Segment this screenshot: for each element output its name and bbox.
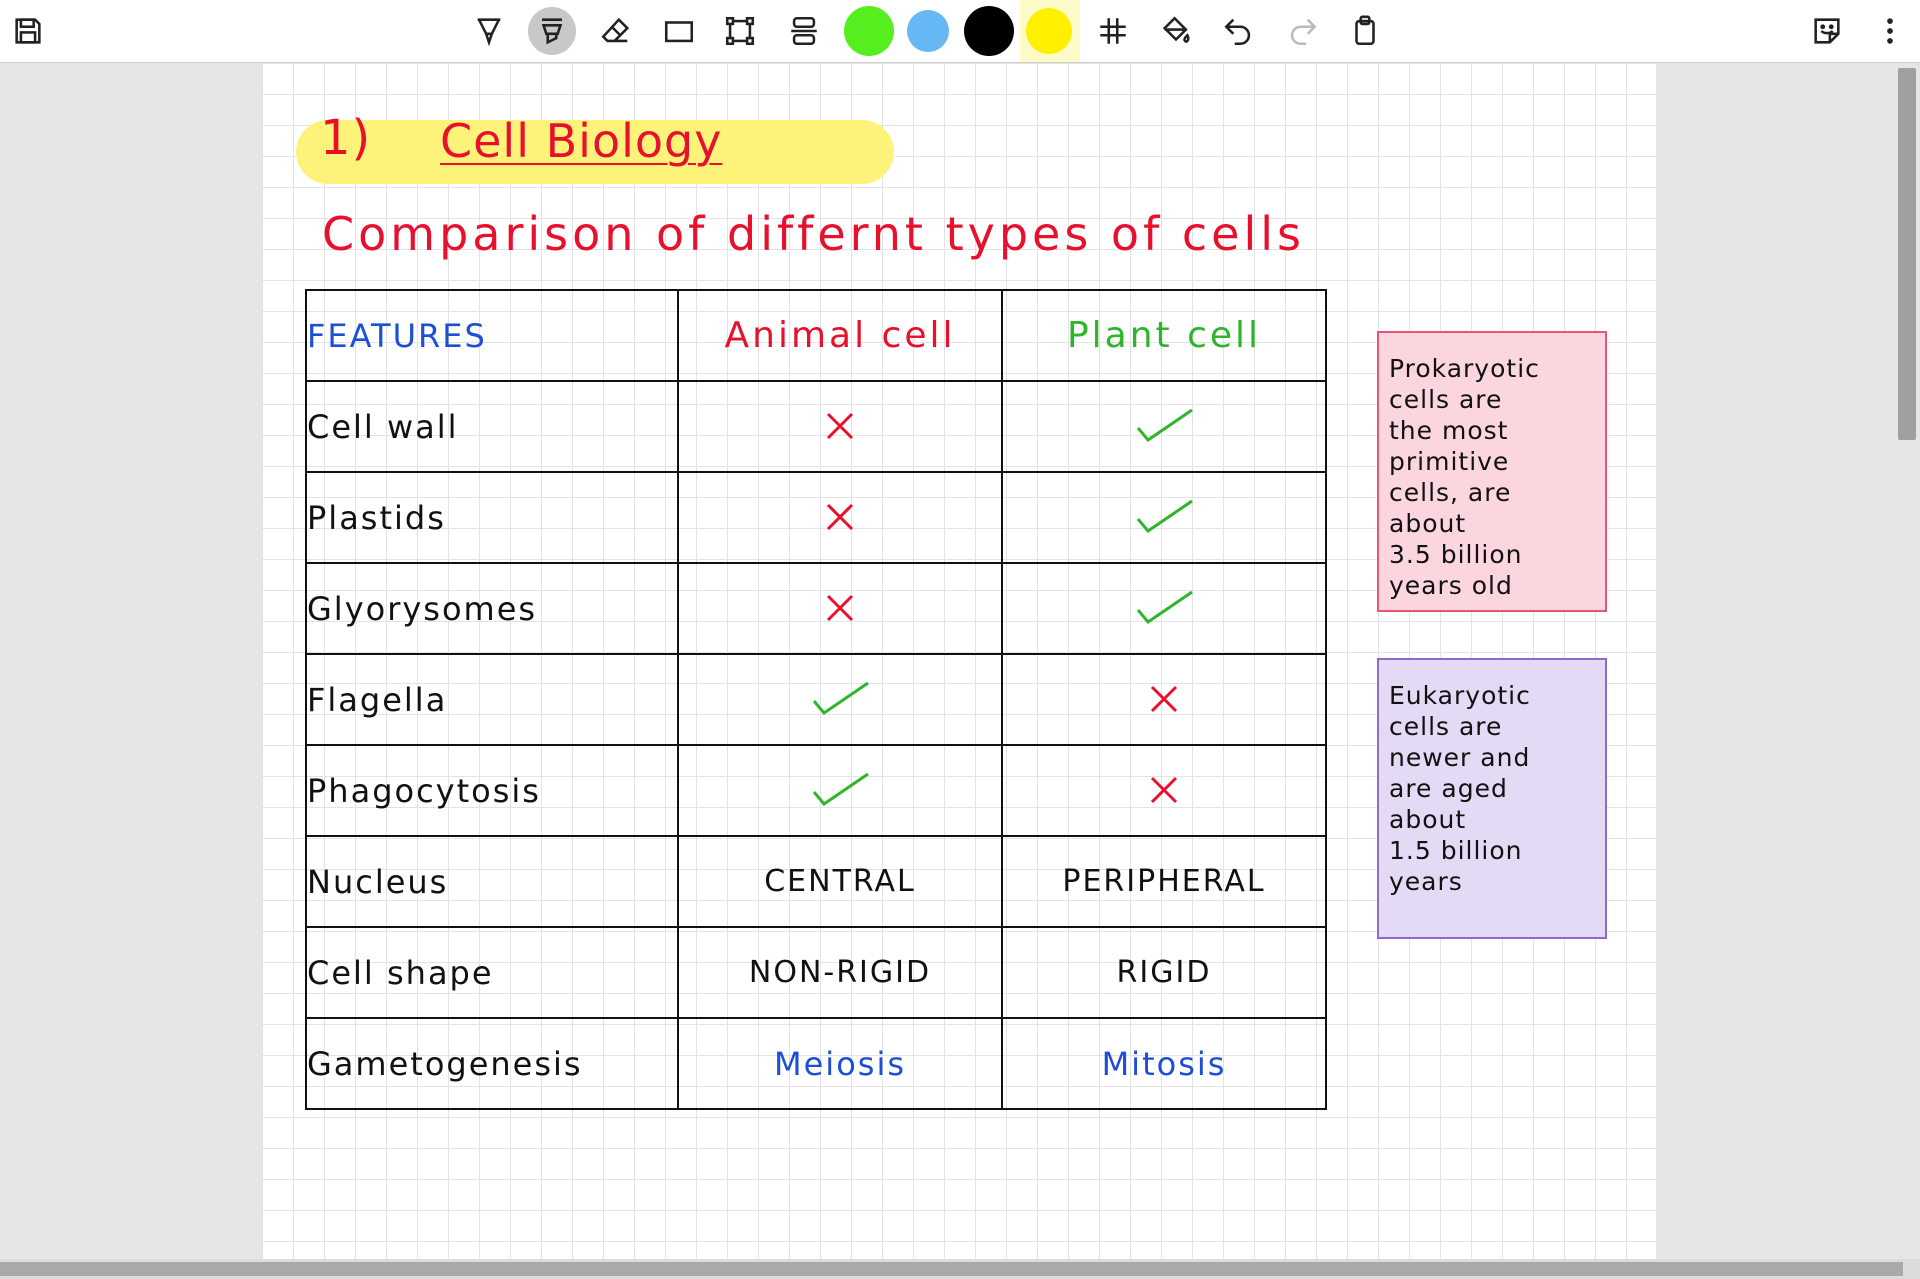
cross-icon <box>677 562 1003 655</box>
feature-label: Cell wall <box>305 380 679 473</box>
shape-icon[interactable] <box>655 7 703 55</box>
feature-label: Cell shape <box>305 926 679 1019</box>
page-title: Cell Biology <box>440 114 723 168</box>
animal-value: Meiosis <box>677 1017 1003 1110</box>
insert-space-icon[interactable] <box>780 7 828 55</box>
grid-icon[interactable] <box>1089 7 1137 55</box>
feature-label: Nucleus <box>305 835 679 928</box>
header-features: FEATURES <box>305 289 679 382</box>
note-line: primitive <box>1389 447 1510 476</box>
note-line: about <box>1389 509 1467 538</box>
check-icon <box>677 653 1003 746</box>
table-row: Gametogenesis Meiosis Mitosis <box>305 1017 1327 1110</box>
sticky-note-icon[interactable] <box>1803 7 1851 55</box>
sticky-note-eukaryotic[interactable]: Eukaryotic cells are newer and are aged … <box>1377 658 1607 939</box>
sticky-note-prokaryotic[interactable]: Prokaryotic cells are the most primitive… <box>1377 331 1607 612</box>
lasso-select-icon[interactable] <box>716 7 764 55</box>
cross-icon <box>677 471 1003 564</box>
check-icon <box>1001 471 1327 564</box>
note-line: cells are <box>1389 385 1503 414</box>
save-icon[interactable] <box>4 7 52 55</box>
redo-icon[interactable] <box>1278 7 1326 55</box>
horizontal-scrollbar[interactable] <box>0 1262 1903 1276</box>
note-line: 3.5 billion <box>1389 540 1523 569</box>
highlighter-icon[interactable] <box>528 7 576 55</box>
table-row: Cell wall <box>305 380 1327 473</box>
more-vert-icon[interactable] <box>1866 7 1914 55</box>
check-icon <box>677 744 1003 837</box>
note-line: the most <box>1389 416 1509 445</box>
check-icon <box>1001 380 1327 473</box>
plant-value: PERIPHERAL <box>1001 835 1327 928</box>
header-animal-cell: Animal cell <box>677 289 1003 382</box>
check-icon <box>1001 562 1327 655</box>
feature-label: Gametogenesis <box>305 1017 679 1110</box>
pen-icon[interactable] <box>465 7 513 55</box>
table-header-row: FEATURES Animal cell Plant cell <box>305 289 1327 382</box>
undo-icon[interactable] <box>1215 7 1263 55</box>
animal-value: NON-RIGID <box>677 926 1003 1019</box>
clipboard-icon[interactable] <box>1341 7 1389 55</box>
plant-value: Mitosis <box>1001 1017 1327 1110</box>
cross-icon <box>1001 744 1327 837</box>
note-line: years <box>1389 867 1463 896</box>
note-line: about <box>1389 805 1467 834</box>
horizontal-scrollbar-track <box>0 1259 1920 1279</box>
subtitle: Comparison of differnt types of cells <box>322 207 1306 261</box>
table-row: Glyorysomes <box>305 562 1327 655</box>
table-row: Flagella <box>305 653 1327 746</box>
animal-value: CENTRAL <box>677 835 1003 928</box>
vertical-scrollbar[interactable] <box>1898 68 1916 440</box>
feature-label: Plastids <box>305 471 679 564</box>
color-swatch-yellow[interactable] <box>1026 8 1072 54</box>
table-row: Cell shape NON-RIGID RIGID <box>305 926 1327 1019</box>
note-line: Prokaryotic <box>1389 354 1540 383</box>
header-plant-cell: Plant cell <box>1001 289 1327 382</box>
plant-value: RIGID <box>1001 926 1327 1019</box>
color-swatch-black[interactable] <box>964 6 1014 56</box>
note-line: cells, are <box>1389 478 1512 507</box>
note-line: cells are <box>1389 712 1503 741</box>
eraser-icon[interactable] <box>592 7 640 55</box>
comparison-table: FEATURES Animal cell Plant cell Cell wal… <box>305 289 1327 1110</box>
color-swatch-green[interactable] <box>844 6 894 56</box>
toolbar <box>0 0 1920 63</box>
note-line: years old <box>1389 571 1513 600</box>
feature-label: Phagocytosis <box>305 744 679 837</box>
feature-label: Flagella <box>305 653 679 746</box>
fill-icon[interactable] <box>1152 7 1200 55</box>
section-number: 1) <box>320 110 372 166</box>
cross-icon <box>1001 653 1327 746</box>
note-line: Eukaryotic <box>1389 681 1531 710</box>
note-line: 1.5 billion <box>1389 836 1523 865</box>
feature-label: Glyorysomes <box>305 562 679 655</box>
color-swatch-blue[interactable] <box>907 10 949 52</box>
table-row: Plastids <box>305 471 1327 564</box>
cross-icon <box>677 380 1003 473</box>
table-row: Phagocytosis <box>305 744 1327 837</box>
note-line: newer and <box>1389 743 1531 772</box>
table-row: Nucleus CENTRAL PERIPHERAL <box>305 835 1327 928</box>
note-line: are aged <box>1389 774 1508 803</box>
